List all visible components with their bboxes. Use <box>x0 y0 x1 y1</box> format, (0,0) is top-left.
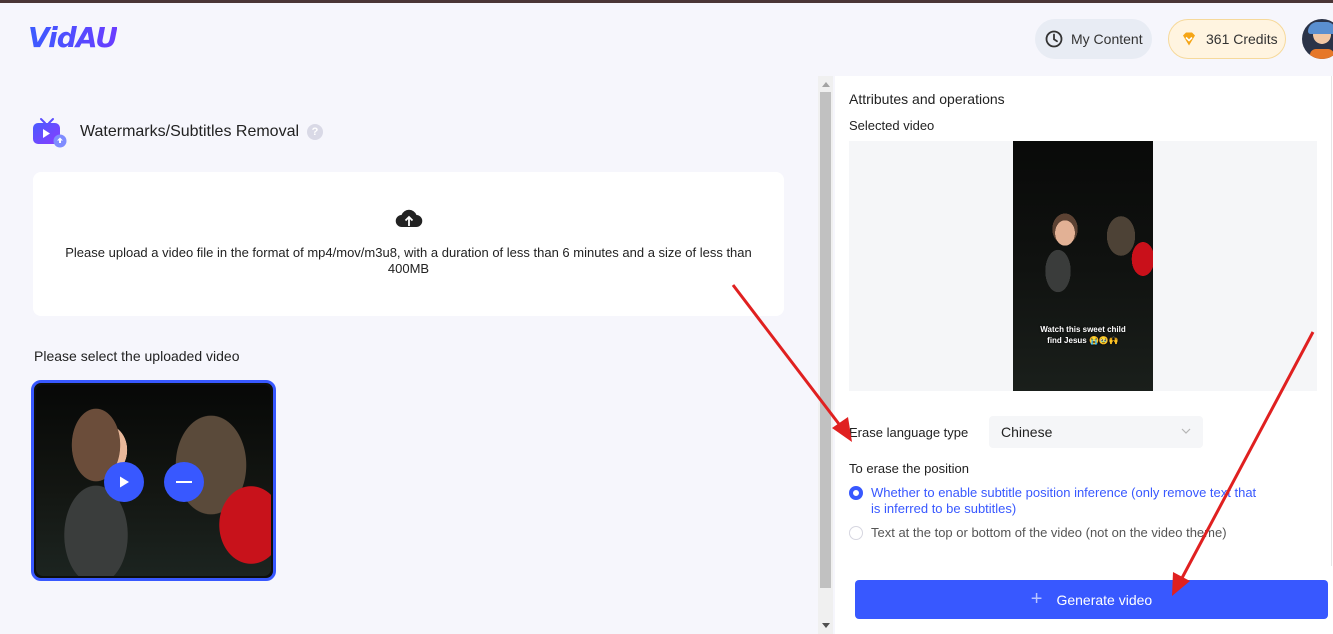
minus-icon <box>176 481 192 483</box>
panel-divider <box>1331 76 1332 566</box>
vertical-scrollbar[interactable] <box>818 76 833 634</box>
plus-icon: + <box>1030 588 1043 610</box>
selected-video-preview[interactable]: Watch this sweet child find Jesus 😭🥹🙌 <box>1013 141 1153 391</box>
credits-label: 361 Credits <box>1206 31 1278 47</box>
remove-video-button[interactable] <box>164 462 204 502</box>
generate-video-label: Generate video <box>1056 591 1153 608</box>
credits-button[interactable]: 361 Credits <box>1168 19 1286 59</box>
erase-language-value: Chinese <box>1001 424 1053 440</box>
radio-unselected[interactable] <box>849 526 863 540</box>
video-thumbnail <box>36 385 271 576</box>
my-content-button[interactable]: My Content <box>1035 19 1152 59</box>
caption-line-2: find Jesus 😭🥹🙌 <box>1047 336 1119 345</box>
position-option-top-bottom[interactable]: Text at the top or bottom of the video (… <box>849 525 1227 541</box>
position-option-label: Text at the top or bottom of the video (… <box>871 525 1227 540</box>
uploaded-video-card[interactable] <box>31 380 276 581</box>
generate-video-button[interactable]: + Generate video <box>855 580 1328 619</box>
caption-line-1: Watch this sweet child <box>1040 325 1126 334</box>
scroll-down-arrow-icon[interactable] <box>822 623 830 628</box>
cloud-upload-icon <box>395 206 423 230</box>
erase-position-label: To erase the position <box>849 461 969 476</box>
vidau-logo[interactable]: VidAU <box>28 21 118 54</box>
upload-dropzone[interactable]: Please upload a video file in the format… <box>33 172 784 316</box>
erase-language-select[interactable]: Chinese <box>989 416 1203 448</box>
position-option-label: Whether to enable subtitle position infe… <box>871 485 1257 516</box>
header: VidAU My Content 361 Credits <box>0 3 1333 73</box>
position-option-inference[interactable]: Whether to enable subtitle position infe… <box>849 485 1269 517</box>
erase-language-label: Erase language type <box>849 425 969 440</box>
play-icon <box>120 476 129 488</box>
uploaded-videos-label: Please select the uploaded video <box>34 348 240 364</box>
radio-selected[interactable] <box>849 486 863 500</box>
selected-video-label: Selected video <box>849 118 935 133</box>
play-button[interactable] <box>104 462 144 502</box>
scrollbar-thumb[interactable] <box>820 92 831 588</box>
upload-instructions: Please upload a video file in the format… <box>65 245 752 276</box>
video-caption: Watch this sweet child find Jesus 😭🥹🙌 <box>1013 324 1153 346</box>
help-icon[interactable]: ? <box>307 124 324 140</box>
clock-icon <box>1045 30 1063 48</box>
chevron-down-icon <box>1181 428 1191 434</box>
video-preview-area: Watch this sweet child find Jesus 😭🥹🙌 <box>849 141 1317 391</box>
diamond-icon <box>1180 30 1198 48</box>
user-avatar[interactable] <box>1302 19 1333 59</box>
tool-heading: Watermarks/Subtitles Removal ? <box>32 116 324 148</box>
tool-title: Watermarks/Subtitles Removal <box>80 123 300 140</box>
scroll-up-arrow-icon[interactable] <box>822 82 830 87</box>
my-content-label: My Content <box>1071 31 1143 47</box>
tv-tool-icon <box>32 116 68 148</box>
panel-title: Attributes and operations <box>849 91 1005 107</box>
